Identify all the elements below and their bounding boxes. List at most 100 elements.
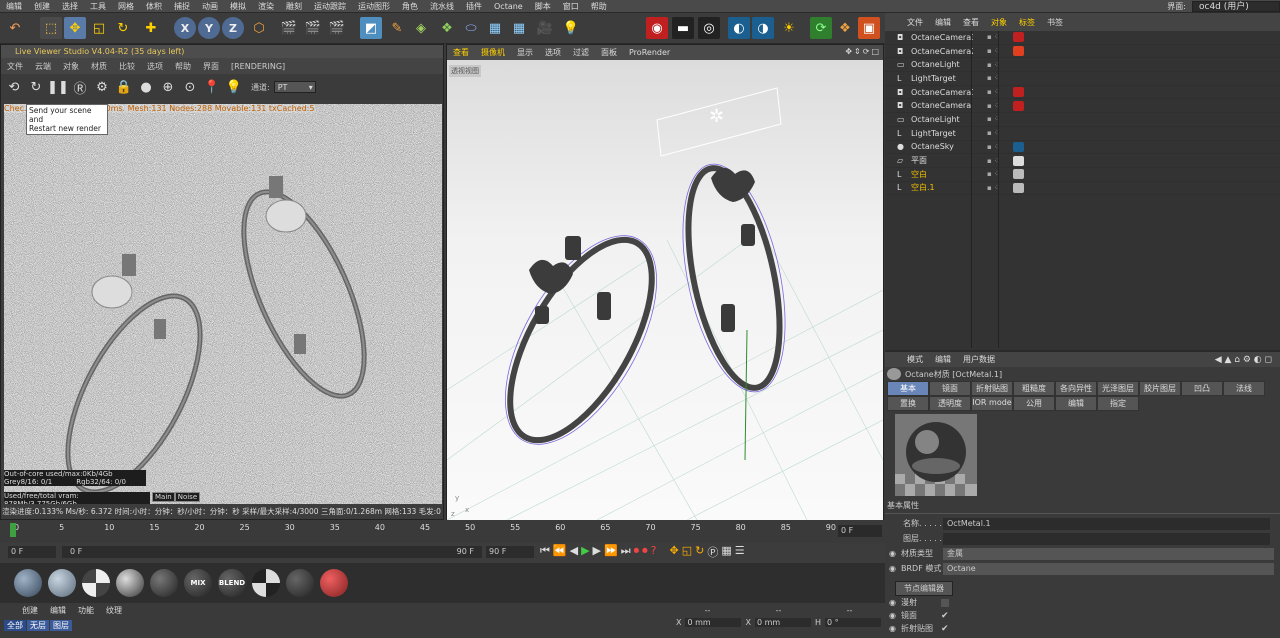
visibility-toggle[interactable]: ▪ ⁘	[987, 170, 1013, 178]
viewport-menu-item-1[interactable]: 摄像机	[475, 47, 511, 58]
menu-item-0[interactable]: 编辑	[0, 1, 28, 12]
material-swatch[interactable]	[252, 569, 280, 597]
cube-icon[interactable]: ◩	[360, 17, 382, 39]
pin-icon[interactable]: 📍	[203, 78, 221, 96]
pan-icon[interactable]: ✥	[845, 47, 852, 56]
attr-tab[interactable]: 置换	[887, 396, 929, 411]
layout-select[interactable]: oc4d (用户)	[1192, 0, 1280, 12]
pen-icon[interactable]: ✎	[386, 17, 408, 39]
visibility-toggle[interactable]: ▪ ⁘	[987, 115, 1013, 123]
move-icon[interactable]: ✥	[64, 17, 86, 39]
material-swatch[interactable]	[14, 569, 42, 597]
object-row[interactable]: L LightTarget ▪ ⁘	[885, 127, 1280, 141]
octane-camera-icon[interactable]: ◉	[646, 17, 668, 39]
menu-item-14[interactable]: 流水线	[424, 1, 460, 12]
visibility-toggle[interactable]: ▪ ⁘	[987, 129, 1013, 137]
focus-icon[interactable]: ⊙	[181, 78, 199, 96]
menu-item-7[interactable]: 动画	[196, 1, 224, 12]
menu-item-15[interactable]: 插件	[460, 1, 488, 12]
object-menu-item-0[interactable]: 文件	[901, 17, 929, 28]
sun-icon[interactable]: ☀	[778, 17, 800, 39]
cam-tag-icon[interactable]	[1013, 87, 1024, 98]
x-axis-icon[interactable]: X	[174, 17, 196, 39]
scene-camera-icon[interactable]: 🎥	[534, 17, 556, 39]
visibility-toggle[interactable]: ▪ ⁘	[987, 33, 1013, 41]
radio-icon[interactable]: ◉	[889, 598, 901, 607]
coord-system-icon[interactable]: ⬡	[248, 17, 270, 39]
octane-env-icon[interactable]: ◑	[752, 17, 774, 39]
menu-item-19[interactable]: 帮助	[585, 1, 613, 12]
attr-tab[interactable]: 透明度	[929, 396, 971, 411]
keyframe-help-icon[interactable]: ?	[651, 544, 657, 560]
visibility-toggle[interactable]: ▪ ⁘	[987, 143, 1013, 151]
light-bulb-icon[interactable]: 💡	[560, 17, 582, 39]
menu-item-9[interactable]: 渲染	[252, 1, 280, 12]
attr-tab[interactable]: 公用	[1013, 396, 1055, 411]
menu-item-11[interactable]: 运动跟踪	[308, 1, 352, 12]
timeline-menu-icon[interactable]: ☰	[735, 544, 745, 560]
playhead[interactable]	[10, 523, 16, 537]
object-menu-item-5[interactable]: 书签	[1041, 17, 1069, 28]
attr-tab[interactable]: 镜面	[929, 381, 971, 396]
record-icon[interactable]: ⏺	[634, 544, 640, 560]
object-row[interactable]: ▱ 平面 ▪ ⁘	[885, 154, 1280, 168]
render-view-icon[interactable]: 🎬	[278, 17, 300, 39]
sky-tag-icon[interactable]	[1013, 141, 1024, 152]
octane-refresh-icon[interactable]: ⟳	[810, 17, 832, 39]
object-row[interactable]: ▭ OctaneLight ▪ ⁘	[885, 113, 1280, 127]
attr-tab[interactable]: 法线	[1223, 381, 1265, 396]
mat-type-select[interactable]: 金属	[943, 547, 1274, 560]
play-icon[interactable]: ▶	[581, 544, 589, 560]
lv-menu-item-4[interactable]: 比较	[113, 61, 141, 72]
cam-tag-icon[interactable]	[1013, 32, 1024, 43]
mats-tag-icon[interactable]	[1013, 169, 1024, 180]
next-key-icon[interactable]: ⏩	[604, 544, 618, 560]
range-slider[interactable]: 0 F 90 F	[62, 546, 482, 558]
attr-tab[interactable]: 凹凸	[1181, 381, 1223, 396]
cam-tag-icon[interactable]	[1013, 100, 1024, 111]
object-menu-item-1[interactable]: 编辑	[929, 17, 957, 28]
material-menu-item-1[interactable]: 编辑	[44, 605, 72, 616]
viewport-menu-item-5[interactable]: 面板	[595, 47, 623, 58]
undo-icon[interactable]: ↶	[4, 17, 26, 39]
material-swatch[interactable]	[320, 569, 348, 597]
material-swatch[interactable]	[48, 569, 76, 597]
lv-menu-item-2[interactable]: 对象	[57, 61, 85, 72]
material-menu-item-3[interactable]: 纹理	[100, 605, 128, 616]
lightbulb-icon[interactable]: 💡	[225, 78, 243, 96]
visibility-toggle[interactable]: ▪ ⁘	[987, 61, 1013, 69]
attr-tab[interactable]: 基本	[887, 381, 929, 396]
diffuse-checkbox[interactable]	[941, 598, 949, 607]
lv-menu-item-7[interactable]: 界面	[197, 61, 225, 72]
attr-tab[interactable]: 粗糙度	[1013, 381, 1055, 396]
light-tag-icon[interactable]	[1013, 59, 1024, 70]
viewport-menu-item-3[interactable]: 选项	[539, 47, 567, 58]
attr-menu-item-0[interactable]: 模式	[901, 354, 929, 365]
current-frame-field[interactable]: 0 F	[8, 546, 56, 558]
scale-key-icon[interactable]: ◱	[682, 544, 692, 560]
menu-item-6[interactable]: 捕捉	[168, 1, 196, 12]
menu-item-16[interactable]: Octane	[488, 2, 529, 11]
material-swatch[interactable]: MIX	[184, 569, 212, 597]
floor-icon[interactable]: ▦	[484, 17, 506, 39]
material-swatch[interactable]	[286, 569, 314, 597]
specular-checkbox[interactable]: ✔	[941, 611, 949, 621]
subdivision-icon[interactable]: ◈	[410, 17, 432, 39]
radio-icon[interactable]: ◉	[889, 564, 901, 573]
settings-gear-icon[interactable]: ⚙	[93, 78, 111, 96]
menu-item-3[interactable]: 工具	[84, 1, 112, 12]
y-axis-icon[interactable]: Y	[198, 17, 220, 39]
attr-tab[interactable]: IOR mode	[971, 396, 1013, 411]
h-field[interactable]: 0 °	[824, 618, 881, 627]
octane-sky-icon[interactable]: ◐	[728, 17, 750, 39]
prev-key-icon[interactable]: ⏪	[553, 544, 567, 560]
lv-menu-item-0[interactable]: 文件	[1, 61, 29, 72]
send-scene-icon[interactable]: ⟲	[5, 78, 23, 96]
move-key-icon[interactable]: ✥	[669, 544, 678, 560]
object-menu-item-3[interactable]: 对象	[985, 17, 1013, 28]
material-ball-icon[interactable]: ●	[137, 78, 155, 96]
x2-field[interactable]: 0 mm	[754, 618, 811, 627]
render-image[interactable]: Chec... 00ms. Update[G]:0ms. Mesh:131 No…	[4, 104, 442, 504]
radio-icon[interactable]: ◉	[889, 549, 901, 558]
attr-tab[interactable]: 胶片图层	[1139, 381, 1181, 396]
